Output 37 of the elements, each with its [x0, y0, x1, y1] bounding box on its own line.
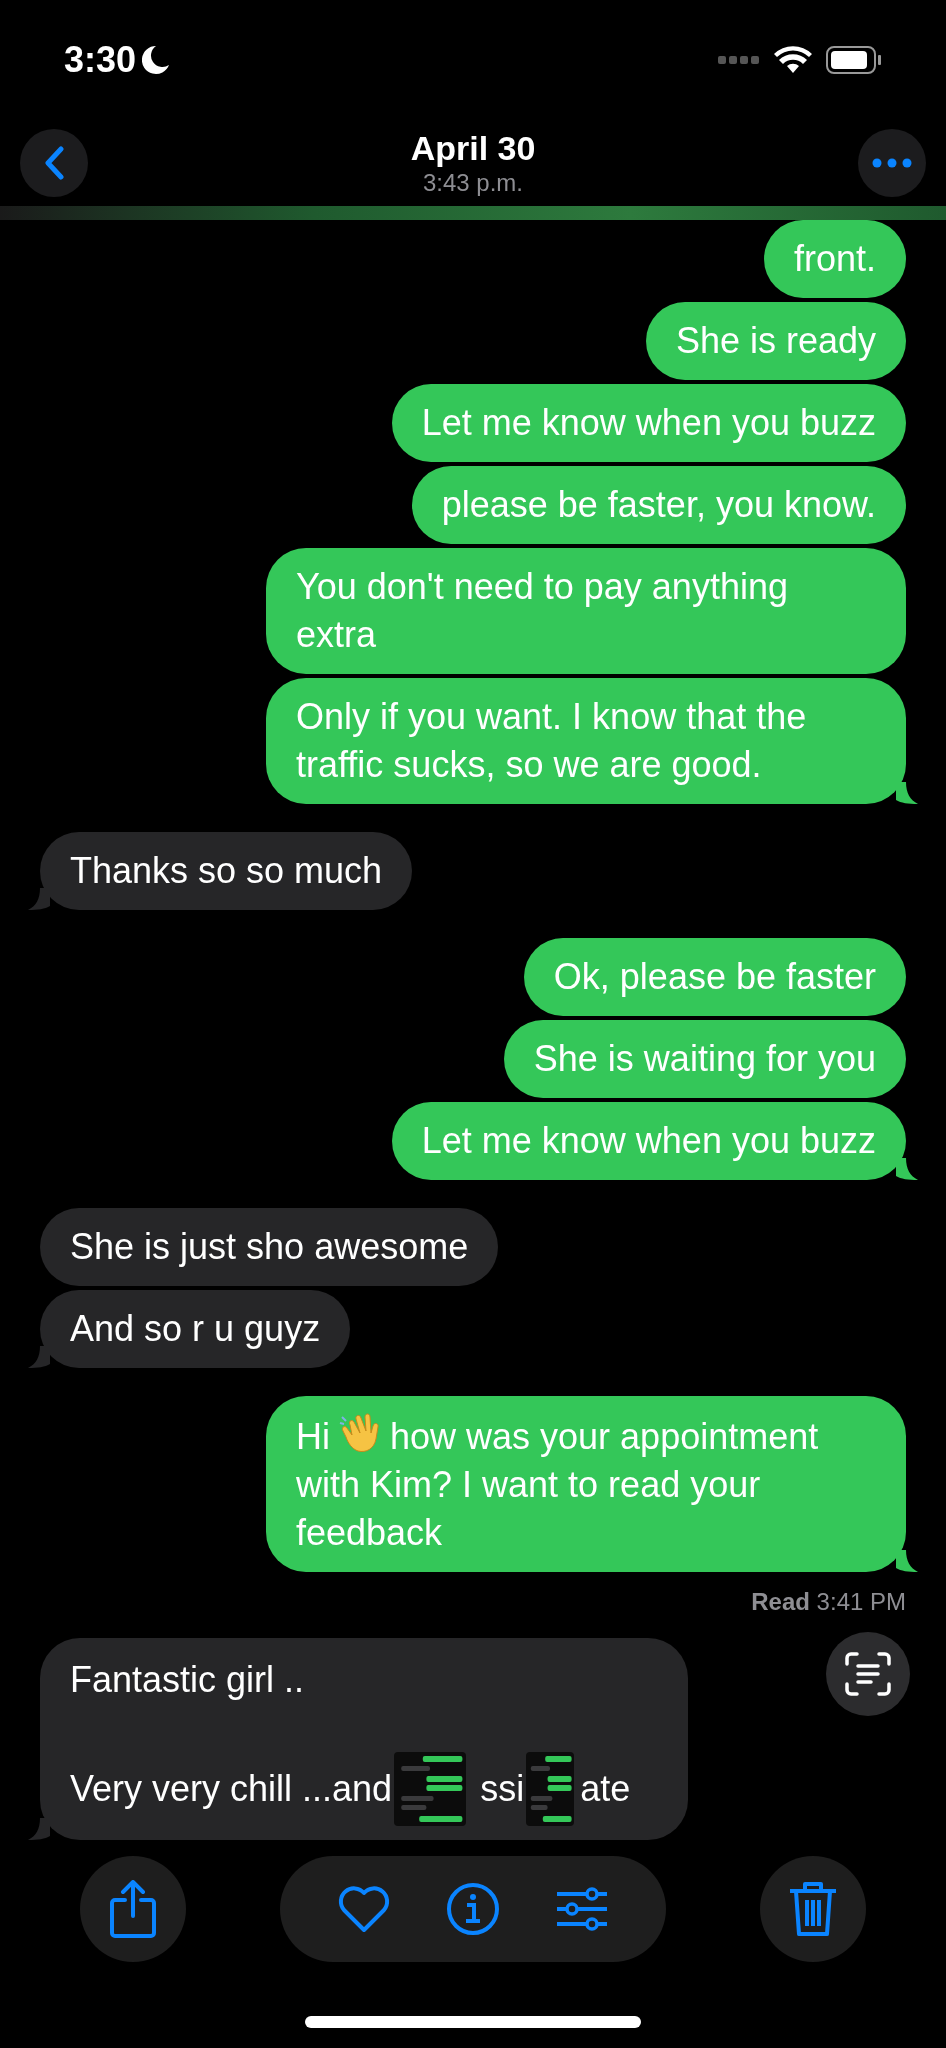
message-text: please be faster, you know.	[441, 483, 876, 527]
header-subtitle: 3:43 p.m.	[422, 168, 524, 198]
info-icon	[446, 1882, 500, 1936]
message-text: ssi	[480, 1767, 525, 1811]
moon-icon	[142, 45, 171, 75]
message-text: Let me know when you buzz	[421, 401, 876, 445]
message-text: Thanks so so much	[70, 849, 383, 893]
message-text: She is just sho awesome	[70, 1225, 469, 1269]
message-text: ate	[580, 1767, 631, 1811]
share-icon	[109, 1880, 157, 1938]
message-text: front.	[793, 237, 876, 281]
trash-icon	[788, 1880, 838, 1938]
battery-icon	[826, 46, 882, 74]
wifi-icon	[774, 46, 812, 74]
message-text: Fantastic girl ..	[70, 1658, 306, 1702]
message-text: And so r u guyz	[70, 1307, 321, 1351]
read-receipt: Read 3:41 PM	[751, 1587, 906, 1617]
adjust-button[interactable]	[554, 1886, 609, 1932]
message-text: She is waiting for you	[533, 1037, 876, 1081]
message-text: Ok, please be faster	[553, 955, 876, 999]
message-text: You don't need to pay anything extra	[296, 565, 789, 657]
heart-icon	[337, 1885, 392, 1933]
message-text: Very very chill ...and	[70, 1767, 393, 1811]
header-title: April 30	[410, 128, 536, 168]
message-text: Hi how was your appointment with Kim? I want to read your feedback	[296, 1411, 876, 1557]
sliders-icon	[554, 1886, 609, 1932]
waving-hand-icon	[338, 1411, 382, 1455]
message-text: Let me know when you buzz	[421, 1119, 876, 1163]
text-scan-icon	[845, 1652, 891, 1696]
favorite-button[interactable]	[337, 1885, 392, 1933]
cellular-signal-icon	[718, 55, 760, 65]
info-button[interactable]	[446, 1882, 500, 1936]
more-icon	[872, 158, 912, 168]
message-text: Only if you want. I know that the traffic sucks, so we are good.	[296, 695, 808, 787]
message-text: She is ready	[675, 319, 876, 363]
back-chevron-icon	[44, 146, 64, 180]
status-time: 3:30	[64, 38, 137, 82]
